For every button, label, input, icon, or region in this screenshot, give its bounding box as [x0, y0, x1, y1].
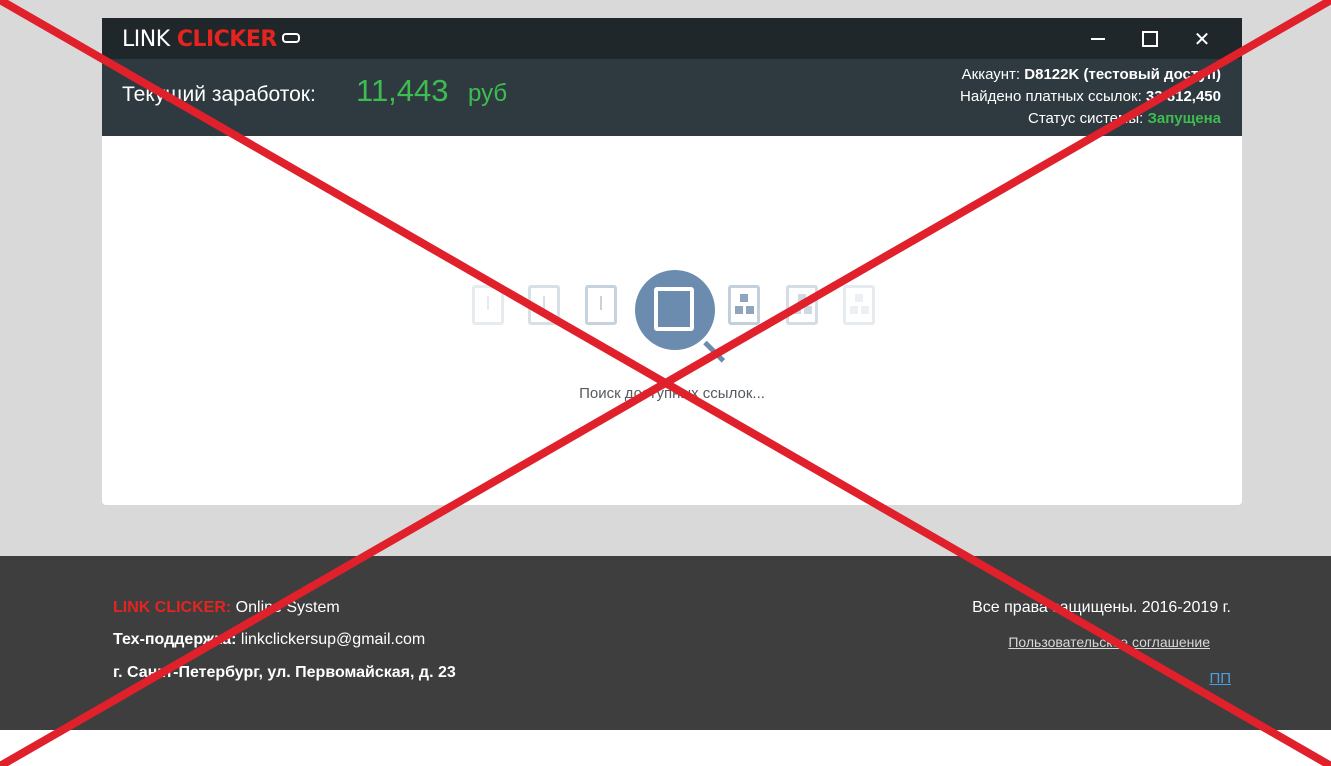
box-cell — [855, 294, 863, 302]
system-status-row: Статус системы: Запущена — [960, 108, 1221, 130]
account-label: Аккаунт: — [961, 66, 1021, 83]
system-status-value: Запущена — [1147, 110, 1221, 127]
search-animation — [470, 270, 880, 370]
links-found-label: Найдено платных ссылок: — [960, 88, 1142, 105]
status-bar: Текущий заработок: 11,443 руб Аккаунт: D… — [102, 59, 1242, 136]
minimize-icon — [1091, 38, 1105, 40]
earnings-value: 11,443 — [356, 73, 449, 108]
maximize-button[interactable] — [1124, 27, 1176, 51]
magnifier-icon — [635, 270, 726, 363]
footer: LINK CLICKER: Online System Тех-поддержк… — [0, 556, 1331, 730]
box-cell — [798, 294, 806, 302]
account-info: Аккаунт: D8122K (тестовый доступ) Найден… — [960, 64, 1221, 130]
title-bar: LINK CLICKER ✕ — [102, 18, 1242, 59]
footer-support-label: Тех-поддержка: — [113, 631, 237, 648]
safe-open-icon — [728, 285, 760, 325]
safe-icon — [585, 285, 617, 325]
user-agreement-link[interactable]: Пользовательское соглашение — [1008, 634, 1210, 650]
box-cell — [793, 306, 801, 314]
box-cell — [746, 306, 754, 314]
links-found-row: Найдено платных ссылок: 33 812,450 — [960, 86, 1221, 108]
app-window: LINK CLICKER ✕ Текущий заработок: 11,443… — [102, 18, 1242, 505]
account-value: D8122K (тестовый доступ) — [1024, 66, 1221, 83]
box-cell — [740, 294, 748, 302]
minimize-button[interactable] — [1072, 27, 1124, 51]
logo-text-link: LINK — [122, 27, 170, 52]
close-icon: ✕ — [1193, 27, 1211, 51]
box-cell — [850, 306, 858, 314]
close-button[interactable]: ✕ — [1176, 27, 1228, 51]
footer-brand-line: LINK CLICKER: Online System — [113, 599, 340, 617]
footer-address: г. Санкт-Петербург, ул. Первомайская, д.… — [113, 664, 456, 681]
app-logo: LINK CLICKER — [122, 27, 300, 52]
chain-link-icon — [281, 33, 300, 43]
earnings-currency: руб — [468, 80, 508, 107]
footer-brand: LINK CLICKER: — [113, 599, 232, 616]
footer-support-email: linkclickersup@gmail.com — [236, 631, 426, 648]
box-cell — [861, 306, 869, 314]
search-status-text: Поиск доступных ссылок... — [579, 385, 765, 402]
system-status-label: Статус системы: — [1028, 110, 1144, 127]
links-found-value: 33 812,450 — [1145, 88, 1221, 105]
footer-rights: Все права защищены. 2016-2019 г. — [972, 599, 1231, 616]
safe-icon — [528, 285, 560, 325]
safe-open-icon — [786, 285, 818, 325]
safe-icon — [654, 287, 694, 331]
box-cell — [804, 306, 812, 314]
footer-brand-suffix: Online System — [231, 599, 340, 616]
box-cell — [735, 306, 743, 314]
safe-open-icon — [843, 285, 875, 325]
footer-support-line: Тех-поддержка: linkclickersup@gmail.com — [113, 631, 425, 649]
magnifier-handle — [703, 340, 726, 363]
window-controls: ✕ — [1072, 27, 1228, 51]
privacy-policy-link[interactable]: ПП — [1209, 670, 1231, 687]
account-row: Аккаунт: D8122K (тестовый доступ) — [960, 64, 1221, 86]
earnings-label: Текущий заработок: — [122, 83, 316, 106]
maximize-icon — [1142, 31, 1158, 47]
logo-text-clicker: CLICKER — [176, 27, 278, 52]
safe-icon — [472, 285, 504, 325]
